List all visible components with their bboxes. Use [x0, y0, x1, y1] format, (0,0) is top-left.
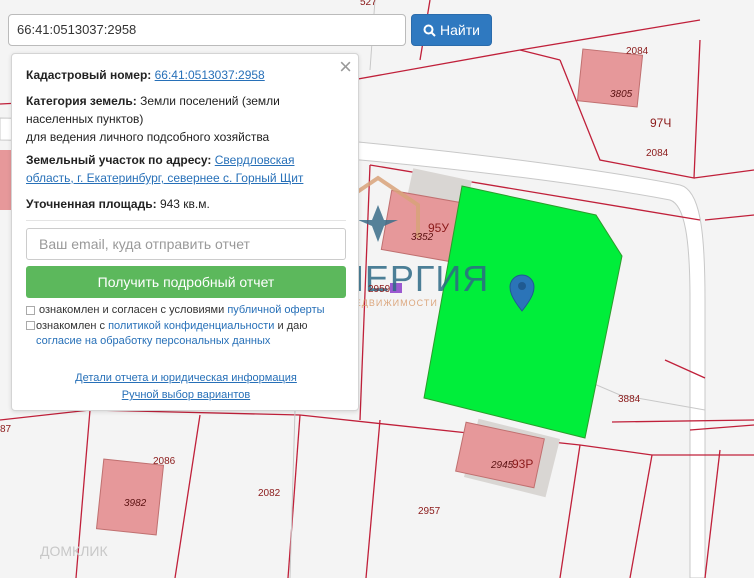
search-icon	[423, 24, 436, 37]
address-label: Земельный участок по адресу:	[26, 153, 212, 167]
address-link-1[interactable]: Свердловская	[215, 153, 295, 167]
map-label: 3805	[610, 89, 633, 100]
search-button[interactable]: Найти	[411, 14, 492, 46]
map-label: 2945	[490, 460, 514, 471]
map-label: 3884	[618, 394, 641, 405]
map-label: 87	[0, 424, 12, 435]
area-row: Уточненная площадь: 943 кв.м.	[26, 195, 210, 213]
divider	[26, 220, 346, 221]
address-row: Земельный участок по адресу: Свердловска…	[26, 151, 303, 187]
map-label: 2086	[153, 456, 176, 467]
area-value: 943 кв.м.	[159, 197, 210, 211]
map-label: 2084	[626, 46, 649, 57]
map-label: 93Р	[512, 457, 533, 471]
map-label: 3982	[124, 498, 147, 509]
map-label: 527	[360, 0, 377, 8]
manual-selection-link[interactable]: Ручной выбор вариантов	[12, 389, 360, 401]
search-button-label: Найти	[440, 22, 480, 38]
consent-privacy-label: ознакомлен с	[36, 320, 106, 332]
consent-privacy-text: ознакомлен с политикой конфиденциальност…	[36, 319, 308, 349]
consent-privacy-checkbox[interactable]	[26, 321, 35, 330]
report-details-link[interactable]: Детали отчета и юридическая информация	[12, 372, 360, 384]
parcel-info-panel: × Кадастровый номер: 66:41:0513037:2958 …	[11, 53, 359, 411]
category-value-2: населенных пунктов)	[26, 112, 144, 126]
map-label: 97Ч	[650, 116, 671, 130]
address-link-2[interactable]: область, г. Екатеринбург, севернее с. Го…	[26, 171, 303, 185]
category-label: Категория земель:	[26, 94, 137, 108]
consent-offer-checkbox[interactable]	[26, 306, 35, 315]
map-label: 2959	[368, 284, 391, 295]
get-report-button[interactable]: Получить подробный отчет	[26, 266, 346, 298]
public-offer-link[interactable]: публичной оферты	[227, 304, 324, 316]
consent-offer-text: ознакомлен и согласен с условиями публич…	[39, 303, 325, 318]
category-row: Категория земель: Земли поселений (земли…	[26, 92, 280, 146]
close-icon[interactable]: ×	[339, 56, 352, 78]
consent-privacy-label-2: и даю	[277, 320, 308, 332]
map-label: 2957	[418, 506, 441, 517]
consent-offer-label: ознакомлен и согласен с условиями	[39, 304, 225, 316]
area-label: Уточненная площадь:	[26, 197, 157, 211]
building-3982[interactable]	[95, 458, 165, 536]
data-processing-link[interactable]: согласие на обработку персональных данны…	[36, 335, 270, 347]
map-label: 2084	[646, 148, 669, 159]
map-label: 95У	[428, 221, 449, 235]
category-value-1: Земли поселений (земли	[140, 94, 280, 108]
privacy-policy-link[interactable]: политикой конфиденциальности	[108, 320, 274, 332]
email-field[interactable]: Ваш email, куда отправить отчет	[26, 228, 346, 260]
domclick-watermark: ДОМКЛИК	[40, 543, 108, 559]
map-label: 2082	[258, 488, 281, 499]
cadastral-link[interactable]: 66:41:0513037:2958	[155, 68, 265, 82]
category-value-3: для ведения личного подсобного хозяйства	[26, 130, 270, 144]
search-input[interactable]: 66:41:0513037:2958	[8, 14, 406, 46]
cadastral-label: Кадастровый номер:	[26, 68, 152, 82]
cadastral-row: Кадастровый номер: 66:41:0513037:2958	[26, 66, 265, 84]
